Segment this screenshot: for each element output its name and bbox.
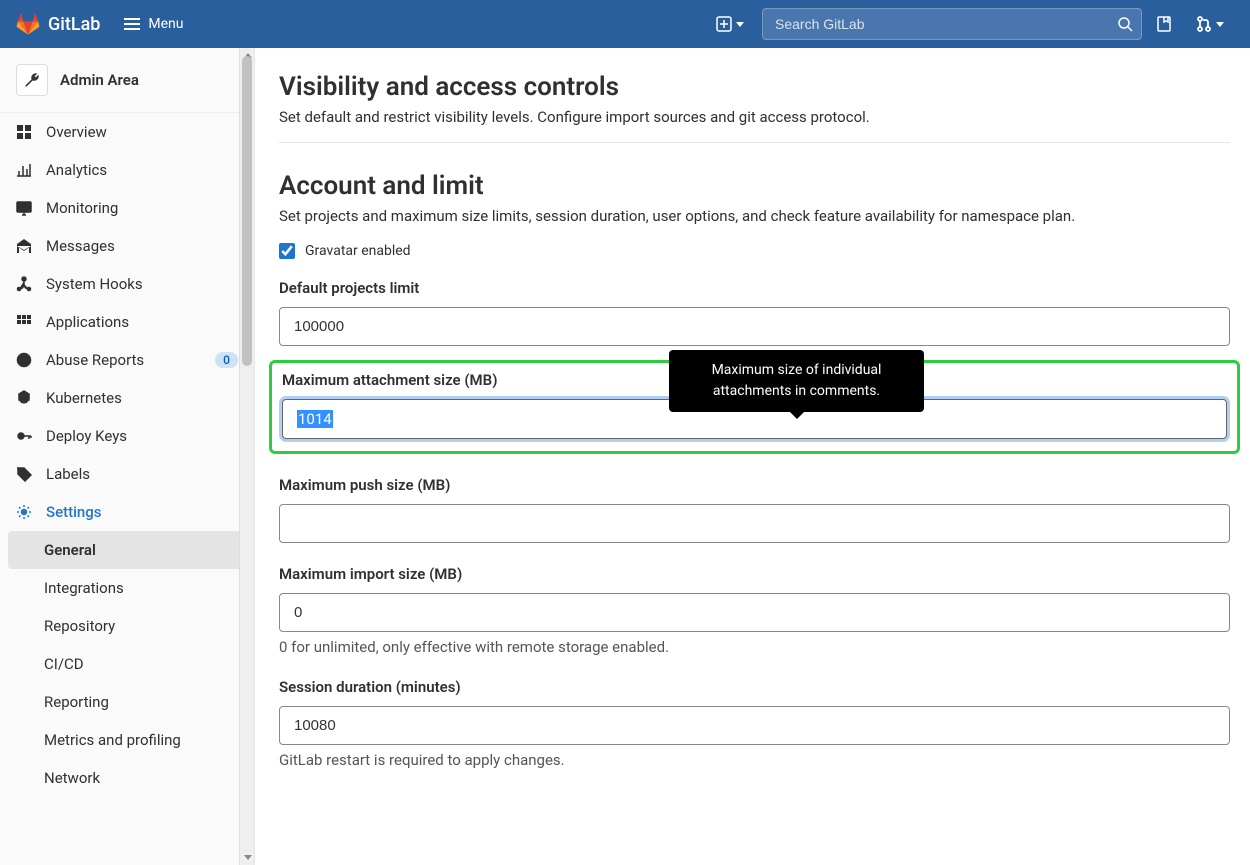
applications-icon xyxy=(16,314,32,330)
hamburger-icon xyxy=(124,16,140,32)
topbar: GitLab Menu xyxy=(0,0,1250,48)
sidebar-item-overview[interactable]: Overview xyxy=(0,113,254,151)
sidebar-item-messages[interactable]: Messages xyxy=(0,227,254,265)
session-input[interactable] xyxy=(279,706,1230,745)
chevron-down-icon xyxy=(736,22,744,27)
sidebar-nav: Overview Analytics Monitoring Messages Syste… xyxy=(0,113,254,865)
labels-icon xyxy=(16,466,32,482)
field-label: Maximum push size (MB) xyxy=(279,476,1230,494)
max-attachment-field: Maximum size of individual attachments i… xyxy=(279,360,1230,454)
field-label: Session duration (minutes) xyxy=(279,678,1230,696)
field-label: Default projects limit xyxy=(279,279,1230,297)
max-push-input[interactable] xyxy=(279,504,1230,543)
wrench-icon xyxy=(16,64,48,96)
sidebar-scrollbar[interactable] xyxy=(239,48,254,865)
file-icon xyxy=(1156,16,1172,32)
sidebar-item-label: Labels xyxy=(46,465,238,483)
divider xyxy=(279,142,1230,143)
overview-icon xyxy=(16,124,32,140)
kubernetes-icon xyxy=(16,390,32,406)
sidebar-item-label: Messages xyxy=(46,237,238,255)
section-title: Account and limit xyxy=(279,171,1230,201)
main-content: Visibility and access controls Set defau… xyxy=(255,48,1250,865)
issues-button[interactable] xyxy=(1146,10,1182,38)
scroll-down-icon[interactable] xyxy=(240,850,255,865)
sidebar-title: Admin Area xyxy=(60,71,139,89)
default-projects-input[interactable] xyxy=(279,307,1230,346)
sidebar-item-analytics[interactable]: Analytics xyxy=(0,151,254,189)
brand-logo[interactable]: GitLab xyxy=(16,12,100,36)
search-box[interactable] xyxy=(762,8,1142,40)
max-import-field: Maximum import size (MB) 0 for unlimited… xyxy=(279,565,1230,656)
sidebar-subitem-network[interactable]: Network xyxy=(0,759,254,797)
max-push-field: Maximum push size (MB) xyxy=(279,476,1230,543)
plus-icon xyxy=(716,16,732,32)
gravatar-checkbox[interactable] xyxy=(279,243,295,259)
abuse-icon xyxy=(16,352,32,368)
tooltip: Maximum size of individual attachments i… xyxy=(669,350,924,412)
field-hint: GitLab restart is required to apply chan… xyxy=(279,751,1230,769)
sidebar-item-label: Applications xyxy=(46,313,238,331)
section-subtitle: Set projects and maximum size limits, se… xyxy=(279,207,1230,225)
sidebar: Admin Area Overview Analytics Monitoring Me… xyxy=(0,48,255,865)
section-subtitle: Set default and restrict visibility leve… xyxy=(279,108,1230,126)
sidebar-item-settings[interactable]: Settings xyxy=(0,493,254,531)
sidebar-item-label: System Hooks xyxy=(46,275,238,293)
field-label: Maximum import size (MB) xyxy=(279,565,1230,583)
create-button[interactable] xyxy=(706,10,754,38)
sidebar-item-applications[interactable]: Applications xyxy=(0,303,254,341)
scrollbar-thumb[interactable] xyxy=(242,56,252,366)
sidebar-item-labels[interactable]: Labels xyxy=(0,455,254,493)
sidebar-item-label: Monitoring xyxy=(46,199,238,217)
chevron-down-icon xyxy=(1216,22,1224,27)
sidebar-item-label: Abuse Reports xyxy=(46,351,201,369)
sidebar-subitem-reporting[interactable]: Reporting xyxy=(0,683,254,721)
account-limit-section: Account and limit Set projects and maxim… xyxy=(279,171,1230,769)
session-field: Session duration (minutes) GitLab restar… xyxy=(279,678,1230,769)
field-hint: 0 for unlimited, only effective with rem… xyxy=(279,638,1230,656)
menu-toggle[interactable]: Menu xyxy=(116,12,191,36)
sidebar-item-label: Analytics xyxy=(46,161,238,179)
default-projects-field: Default projects limit xyxy=(279,279,1230,346)
hooks-icon xyxy=(16,276,32,292)
merge-requests-button[interactable] xyxy=(1186,10,1234,38)
sidebar-header[interactable]: Admin Area xyxy=(0,48,254,113)
sidebar-item-kubernetes[interactable]: Kubernetes xyxy=(0,379,254,417)
sidebar-item-label: Kubernetes xyxy=(46,389,238,407)
sidebar-item-monitoring[interactable]: Monitoring xyxy=(0,189,254,227)
menu-label: Menu xyxy=(148,16,183,32)
gitlab-logo-icon xyxy=(16,12,40,36)
sidebar-item-label: Overview xyxy=(46,123,238,141)
visibility-section: Visibility and access controls Set defau… xyxy=(279,72,1230,143)
sidebar-subitem-integrations[interactable]: Integrations xyxy=(0,569,254,607)
sidebar-item-abuse-reports[interactable]: Abuse Reports 0 xyxy=(0,341,254,379)
sidebar-item-system-hooks[interactable]: System Hooks xyxy=(0,265,254,303)
sidebar-subitem-repository[interactable]: Repository xyxy=(0,607,254,645)
sidebar-subitem-metrics[interactable]: Metrics and profiling xyxy=(0,721,254,759)
search-input[interactable] xyxy=(771,9,1117,39)
monitoring-icon xyxy=(16,200,32,216)
analytics-icon xyxy=(16,162,32,178)
gravatar-row: Gravatar enabled xyxy=(279,243,1230,259)
messages-icon xyxy=(16,238,32,254)
sidebar-subitem-general[interactable]: General xyxy=(8,531,246,569)
max-import-input[interactable] xyxy=(279,593,1230,632)
sidebar-item-label: Settings xyxy=(46,503,238,521)
key-icon xyxy=(16,428,32,444)
sidebar-item-deploy-keys[interactable]: Deploy Keys xyxy=(0,417,254,455)
section-title: Visibility and access controls xyxy=(279,72,1230,102)
search-icon[interactable] xyxy=(1117,16,1133,32)
sidebar-item-label: Deploy Keys xyxy=(46,427,238,445)
settings-icon xyxy=(16,504,32,520)
brand-name: GitLab xyxy=(48,14,100,35)
gravatar-label: Gravatar enabled xyxy=(305,243,411,259)
sidebar-subitem-cicd[interactable]: CI/CD xyxy=(0,645,254,683)
merge-icon xyxy=(1196,16,1212,32)
badge: 0 xyxy=(215,352,238,368)
